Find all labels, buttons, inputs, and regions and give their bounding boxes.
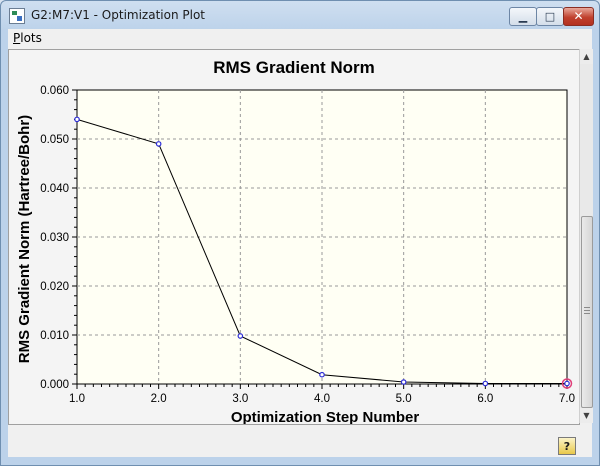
optimization-plot-window: G2:M7:V1 - Optimization Plot ▁ □ ✕ Plots… (0, 0, 600, 466)
maximize-icon: □ (544, 10, 556, 23)
x-axis-label: Optimization Step Number (231, 409, 420, 424)
scroll-down-button[interactable]: ▼ (580, 408, 593, 423)
title-bar[interactable]: G2:M7:V1 - Optimization Plot ▁ □ ✕ (1, 1, 599, 29)
menu-plots[interactable]: Plots (13, 31, 42, 45)
x-tick-label: 2.0 (151, 393, 167, 405)
chart-title: RMS Gradient Norm (213, 58, 375, 77)
help-button[interactable]: ? (558, 437, 576, 455)
window-title: G2:M7:V1 - Optimization Plot (31, 8, 206, 22)
y-tick-label: 0.030 (40, 232, 69, 244)
help-icon: ? (563, 439, 571, 453)
rms-gradient-chart: 0.000 0.010 0.020 0.030 0.040 0.050 0.060 1.0 2… (9, 50, 579, 426)
client-area: Plots 0.000 0.010 0.020 0.030 0.040 0.050 0.06… (8, 29, 593, 457)
y-tick-label: 0.000 (40, 379, 69, 391)
menu-plots-label: lots (20, 31, 42, 45)
y-tick-label: 0.060 (40, 85, 69, 97)
maximize-button[interactable]: □ (536, 7, 564, 26)
x-tick-label: 4.0 (314, 393, 330, 405)
close-button[interactable]: ✕ (563, 7, 594, 26)
arrow-up-icon: ▲ (583, 52, 590, 61)
menu-bar: Plots (8, 29, 592, 48)
data-point (319, 371, 325, 378)
data-point (482, 380, 489, 387)
scroll-thumb[interactable] (581, 216, 593, 408)
minimize-icon: ▁ (518, 10, 528, 23)
y-tick-label: 0.050 (40, 134, 69, 146)
data-point (400, 379, 407, 385)
x-tick-label: 7.0 (559, 393, 575, 405)
status-bar: ? (8, 431, 592, 457)
y-tick-label: 0.040 (40, 183, 69, 195)
data-point (74, 116, 80, 123)
plot-panel: 0.000 0.010 0.020 0.030 0.040 0.050 0.060 1.0 2… (8, 49, 580, 426)
close-icon: ✕ (573, 9, 584, 23)
x-tick-label: 6.0 (477, 393, 493, 405)
y-tick-label: 0.010 (40, 330, 69, 342)
x-tick-label: 3.0 (232, 393, 248, 405)
app-icon (9, 8, 25, 24)
x-tick-label: 1.0 (69, 393, 85, 405)
y-axis-label: RMS Gradient Norm (Hartree/Bohr) (16, 115, 33, 363)
data-point (237, 333, 244, 339)
y-tick-label: 0.020 (40, 281, 69, 293)
x-tick-label: 5.0 (396, 393, 412, 405)
vertical-scrollbar[interactable]: ▲ ▼ (579, 49, 593, 423)
data-point (564, 380, 570, 387)
data-point (155, 141, 162, 147)
thumb-grip (584, 313, 590, 314)
scroll-up-button[interactable]: ▲ (580, 49, 593, 64)
thumb-grip (584, 310, 590, 311)
arrow-down-icon: ▼ (583, 411, 590, 420)
thumb-grip (584, 307, 590, 308)
minimize-button[interactable]: ▁ (509, 7, 537, 26)
